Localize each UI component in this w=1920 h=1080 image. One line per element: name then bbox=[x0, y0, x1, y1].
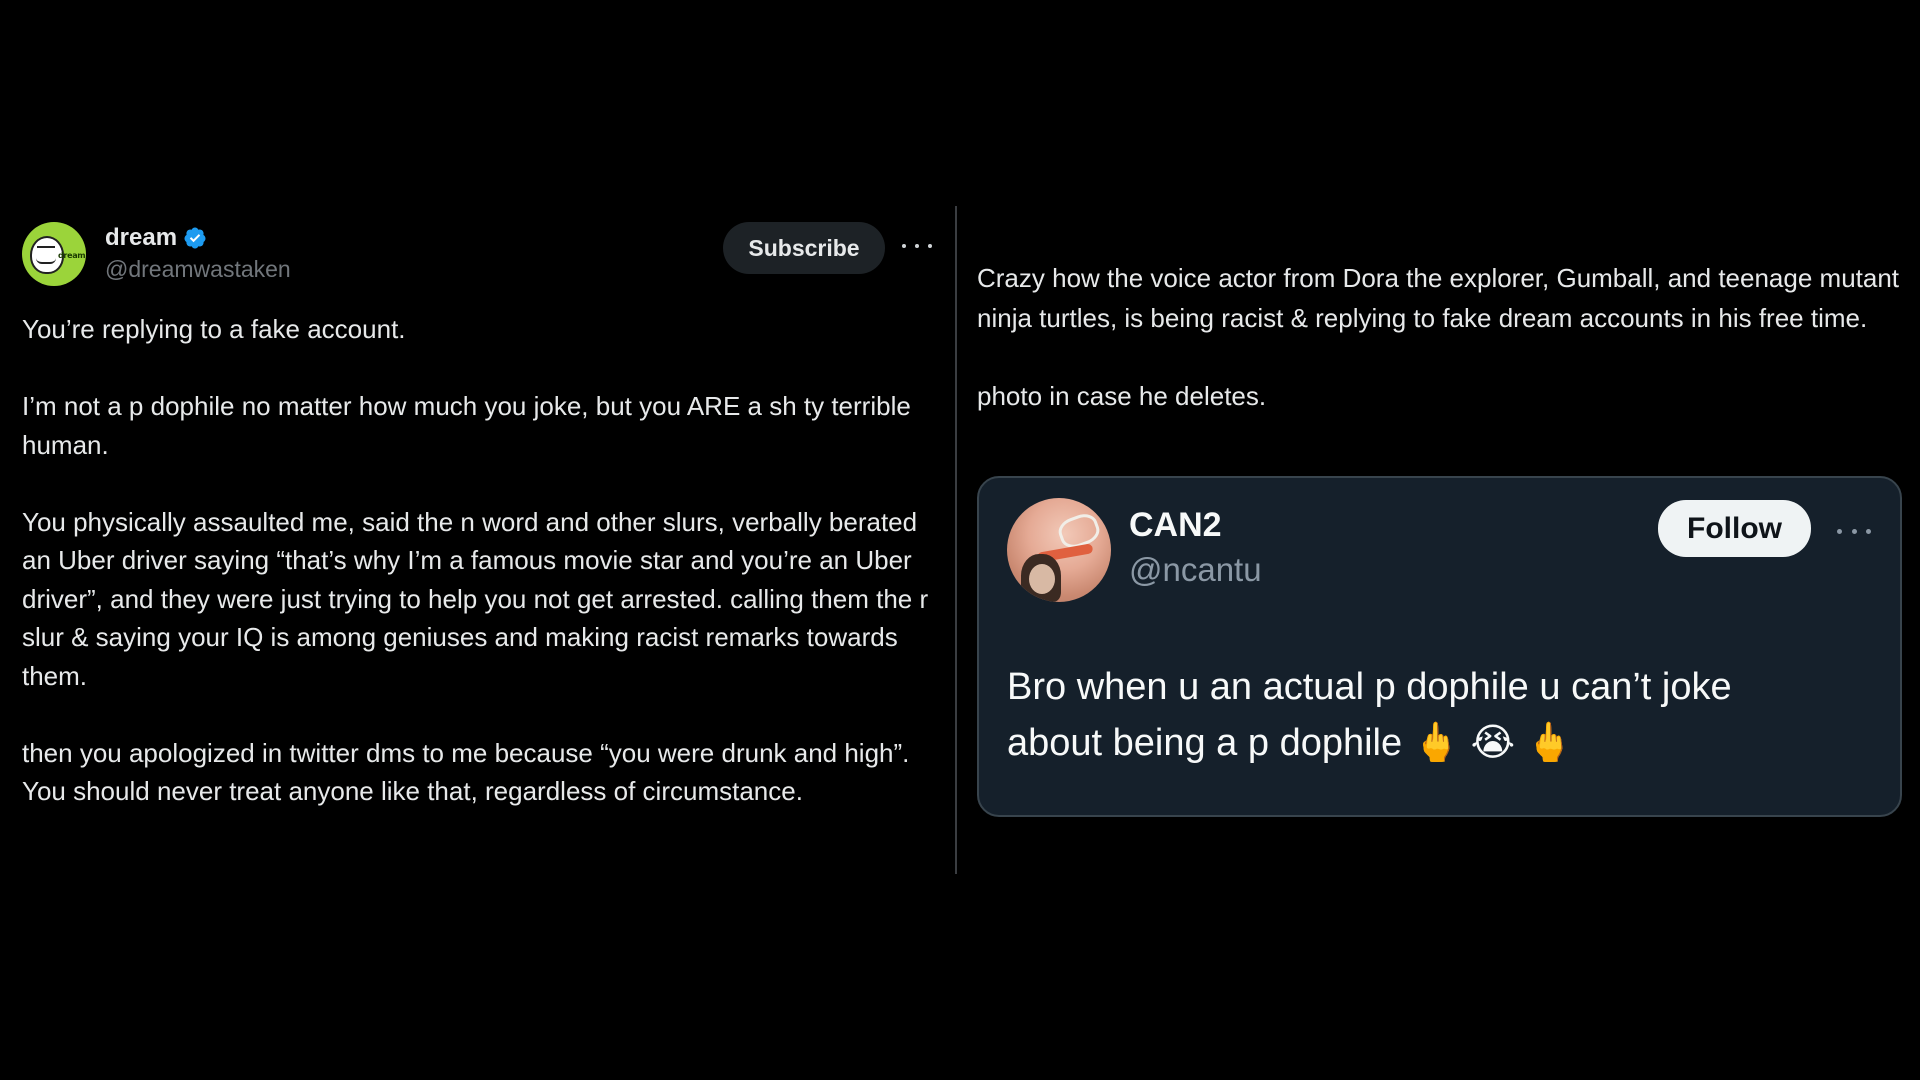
follow-button[interactable]: Follow bbox=[1658, 500, 1811, 557]
card-text-line: Bro when u an actual p dophile u can’t j… bbox=[1007, 666, 1732, 708]
right-post: Crazy how the voice actor from Dora the … bbox=[977, 259, 1902, 417]
tweet-paragraph: then you apologized in twitter dms to me… bbox=[22, 737, 910, 807]
card-text-segment: about being a p dophile bbox=[1007, 722, 1403, 764]
middle-finger-emoji: 🖕 bbox=[1412, 720, 1461, 764]
dream-mascot-icon[interactable]: dream bbox=[22, 222, 86, 286]
subscribe-button[interactable]: Subscribe bbox=[723, 222, 885, 274]
tweet-paragraph: I’m not a p dophile no matter how much y… bbox=[22, 391, 911, 460]
column-divider bbox=[955, 206, 957, 874]
card-handle[interactable]: @ncantu bbox=[1129, 551, 1262, 589]
verified-badge-icon bbox=[184, 227, 206, 249]
middle-finger-emoji: 🖕 bbox=[1525, 720, 1573, 764]
more-horizontal-icon[interactable] bbox=[902, 234, 932, 258]
right-post-text: Crazy how the voice actor from Dora the … bbox=[977, 259, 1902, 417]
crying-face-emoji: 😭 bbox=[1470, 720, 1515, 764]
author-handle[interactable]: @dreamwastaken bbox=[105, 256, 291, 283]
left-tweet: dream dream @dreamwastaken Subscribe You… bbox=[22, 220, 932, 811]
quoted-tweet-card[interactable]: CAN2 @ncantu Follow Bro when u an actual… bbox=[977, 476, 1902, 817]
card-text-line: about being a p dophile 🖕 😭 🖕 bbox=[1007, 715, 1867, 771]
user-avatar-icon[interactable] bbox=[1007, 498, 1111, 602]
tweet-body: You’re replying to a fake account. I’m n… bbox=[22, 310, 932, 811]
author-display-name[interactable]: dream bbox=[105, 224, 177, 252]
post-paragraph: photo in case he deletes. bbox=[977, 381, 1267, 411]
card-tweet-text: Bro when u an actual p dophile u can’t j… bbox=[1007, 660, 1867, 771]
tweet-paragraph: You’re replying to a fake account. bbox=[22, 314, 406, 344]
post-paragraph: Crazy how the voice actor from Dora the … bbox=[977, 263, 1900, 333]
more-horizontal-icon[interactable] bbox=[1837, 526, 1871, 536]
tweet-header: dream dream @dreamwastaken Subscribe bbox=[22, 220, 932, 288]
tweet-paragraph: You physically assaulted me, said the n … bbox=[22, 506, 929, 691]
author-name-block: dream @dreamwastaken bbox=[105, 224, 291, 283]
card-display-name[interactable]: CAN2 bbox=[1129, 506, 1262, 545]
card-author-block: CAN2 @ncantu bbox=[1129, 506, 1262, 589]
